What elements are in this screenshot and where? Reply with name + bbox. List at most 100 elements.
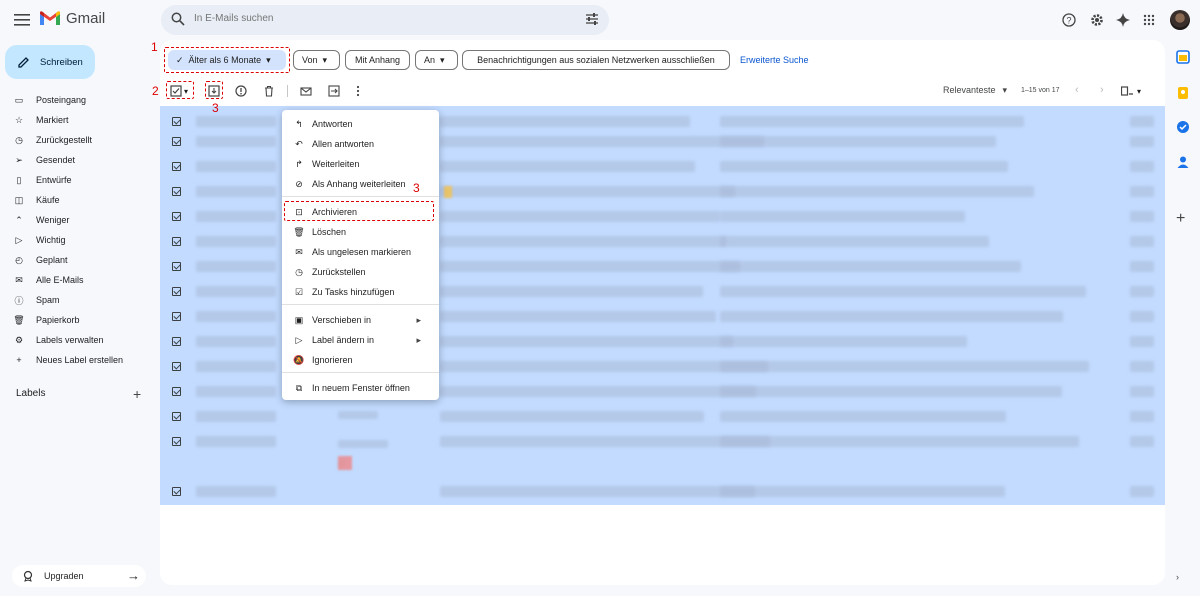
filter-to[interactable]: An ▾ [415,50,458,70]
search-bar[interactable] [161,5,609,35]
sidebar-item-markiert[interactable]: ☆ Markiert [12,110,142,130]
menu-item-in-neuem-fenster-öffnen[interactable]: ⧉ In neuem Fenster öffnen [282,379,439,397]
caret-down-icon: ▾ [1002,85,1008,95]
row-checkbox[interactable] [172,262,181,271]
search-input[interactable] [194,13,554,24]
keep-icon[interactable] [1176,86,1190,100]
sidebar-item-zurückgestellt[interactable]: ◷ Zurückgestellt [12,130,142,150]
row-checkbox[interactable] [172,137,181,146]
arrow-right-icon: → [127,568,140,583]
upgrade-button[interactable]: Upgraden → [12,565,146,587]
input-tools-icon [1121,86,1133,96]
sidebar-item-label: Alle E-Mails [36,275,84,285]
menu-item-label: In neuem Fenster öffnen [312,383,410,393]
menu-item-ignorieren[interactable]: 🔕 Ignorieren [282,351,439,369]
sidebar-item-spam[interactable]: ⓘ Spam [12,290,142,310]
sidebar-item-entwürfe[interactable]: ▯ Entwürfe [12,170,142,190]
menu-item-label: Als ungelesen markieren [312,247,412,257]
sidebar-item-labels-verwalten[interactable]: ⚙ Labels verwalten [12,330,142,350]
sidebar-item-alle-e-mails[interactable]: ✉ Alle E-Mails [12,270,142,290]
row-checkbox[interactable] [172,437,181,446]
sidebar-item-wichtig[interactable]: ▷ Wichtig [12,230,142,250]
labels-heading: Labels [16,388,46,399]
redacted-content [440,336,733,347]
menu-item-zu-tasks-hinzufügen[interactable]: ☑ Zu Tasks hinzufügen [282,283,439,301]
hamburger-icon [14,14,30,26]
sidebar-item-papierkorb[interactable]: 🗑 Papierkorb [12,310,142,330]
account-avatar[interactable] [1170,10,1190,30]
sidebar-item-posteingang[interactable]: ▭ Posteingang [12,90,142,110]
annotation-number: 2 [152,84,159,98]
redacted-content [196,286,276,297]
row-checkbox[interactable] [172,412,181,421]
row-checkbox[interactable] [172,287,181,296]
context-menu[interactable]: ↰ Antworten ↶ Allen antworten ↱ Weiterleiten ⊘… [282,110,439,400]
help-icon[interactable]: ? [1059,10,1079,30]
add-addon-plus-icon[interactable]: + [1176,210,1190,227]
delete-button[interactable] [263,84,275,98]
sidebar-item-weniger[interactable]: ⌃ Weniger [12,210,142,230]
advanced-search-link[interactable]: Erweiterte Suche [740,55,809,65]
filter-attachment-label: Mit Anhang [354,55,401,65]
apps-grid-icon[interactable] [1139,10,1159,30]
menu-item-verschieben-in[interactable]: ▣ Verschieben in ▸ [282,311,439,329]
row-checkbox[interactable] [172,117,181,126]
row-checkbox[interactable] [172,387,181,396]
menu-item-label: Verschieben in [312,315,372,325]
row-checkbox[interactable] [172,312,181,321]
sort-selector[interactable]: Relevanteste ▾ [943,85,1007,96]
settings-gear-icon[interactable] [1087,10,1107,30]
prev-page-icon[interactable]: ‹ [1075,84,1079,96]
search-icon[interactable] [171,12,185,26]
redacted-content [1130,361,1154,372]
menu-item-allen-antworten[interactable]: ↶ Allen antworten [282,135,439,153]
row-checkbox[interactable] [172,162,181,171]
redacted-content [440,286,703,297]
filter-from[interactable]: Von ▾ [293,50,340,70]
filter-has-attachment[interactable]: Mit Anhang [345,50,410,70]
gmail-logo[interactable]: Gmail [40,10,105,27]
tasks-icon[interactable] [1176,120,1190,134]
menu-item-zurückstellen[interactable]: ◷ Zurückstellen [282,263,439,281]
redacted-content [720,261,1021,272]
toolbar-divider [287,85,288,97]
sidebar-item-geplant[interactable]: ◴ Geplant [12,250,142,270]
move-to-button[interactable] [328,84,340,98]
sidebar-item-gesendet[interactable]: ➢ Gesendet [12,150,142,170]
sidebar-item-käufe[interactable]: ◫ Käufe [12,190,142,210]
menu-item-label-ändern-in[interactable]: ▷ Label ändern in ▸ [282,331,439,349]
add-label-plus-icon[interactable]: + [133,386,141,402]
row-checkbox[interactable] [172,487,181,496]
search-options-icon[interactable] [585,12,599,26]
menu-item-weiterleiten[interactable]: ↱ Weiterleiten [282,155,439,173]
compose-button[interactable]: Schreiben [5,45,95,79]
more-options-button[interactable] [354,84,362,98]
row-checkbox[interactable] [172,237,181,246]
split-pane-toggle[interactable]: ▾ [1121,86,1141,96]
menu-item-löschen[interactable]: 🗑 Löschen [282,223,439,241]
redacted-content [440,211,720,222]
menu-item-als-ungelesen-markieren[interactable]: ✉ Als ungelesen markieren [282,243,439,261]
redacted-content [196,161,276,172]
trash-icon: 🗑 [293,226,305,237]
row-checkbox[interactable] [172,337,181,346]
hide-side-panel-chevron-icon[interactable]: › [1176,572,1190,586]
row-checkbox[interactable] [172,362,181,371]
redacted-content [440,186,735,197]
row-checkbox[interactable] [172,212,181,221]
open-new-window-icon: ⧉ [295,382,303,393]
sidebar-item-neues-label-erstellen[interactable]: + Neues Label erstellen [12,350,142,370]
sidebar-item-label: Weniger [36,215,70,225]
report-spam-button[interactable] [235,84,247,98]
mark-unread-button[interactable] [300,84,312,98]
next-page-icon[interactable]: › [1100,84,1104,96]
mark-unread-icon: ✉ [295,246,303,257]
calendar-icon[interactable] [1176,50,1190,64]
contacts-icon[interactable] [1176,155,1190,169]
main-menu-button[interactable] [10,8,34,32]
menu-item-antworten[interactable]: ↰ Antworten [282,115,439,133]
menu-divider [282,304,439,305]
gemini-sparkle-icon[interactable] [1113,10,1133,30]
row-checkbox[interactable] [172,187,181,196]
filter-exclude-social[interactable]: Benachrichtigungen aus sozialen Netzwerk… [462,50,730,70]
